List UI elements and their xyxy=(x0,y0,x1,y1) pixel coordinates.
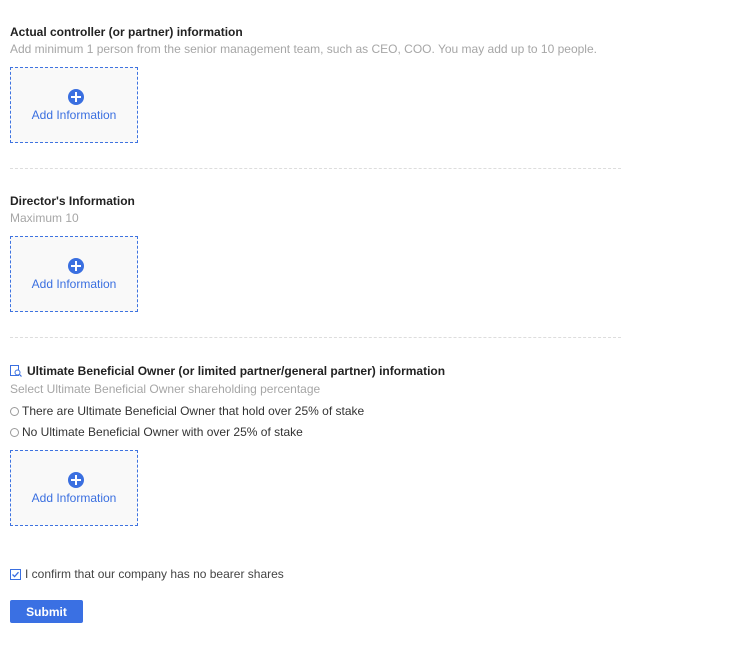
ubo-option-label: No Ultimate Beneficial Owner with over 2… xyxy=(22,425,303,439)
add-information-label: Add Information xyxy=(31,277,117,291)
directors-add-button[interactable]: Add Information xyxy=(10,236,138,312)
directors-title: Director's Information xyxy=(10,194,135,208)
actual-controller-title: Actual controller (or partner) informati… xyxy=(10,25,243,39)
directors-hint: Maximum 10 xyxy=(10,211,79,225)
radio-button[interactable] xyxy=(10,427,19,437)
ubo-option-label: There are Ultimate Beneficial Owner that… xyxy=(22,404,365,418)
confirm-label: I confirm that our company has no bearer… xyxy=(25,567,284,581)
check-icon xyxy=(12,571,19,578)
actual-controller-hint: Add minimum 1 person from the senior man… xyxy=(10,42,597,56)
ubo-hint: Select Ultimate Beneficial Owner shareho… xyxy=(10,382,321,396)
ubo-option-over-25[interactable]: There are Ultimate Beneficial Owner that… xyxy=(10,404,364,418)
ubo-title: Ultimate Beneficial Owner (or limited pa… xyxy=(27,364,446,378)
radio-button[interactable] xyxy=(10,406,19,416)
search-document-icon xyxy=(10,365,22,377)
submit-button[interactable]: Submit xyxy=(10,600,83,623)
ubo-add-button[interactable]: Add Information xyxy=(10,450,138,526)
plus-circle-icon xyxy=(68,89,84,105)
section-divider xyxy=(10,168,621,169)
section-divider xyxy=(10,337,621,338)
actual-controller-add-button[interactable]: Add Information xyxy=(10,67,138,143)
add-information-label: Add Information xyxy=(31,108,117,122)
add-information-label: Add Information xyxy=(31,491,117,505)
plus-circle-icon xyxy=(68,258,84,274)
ubo-option-none-over-25[interactable]: No Ultimate Beneficial Owner with over 2… xyxy=(10,425,303,439)
confirm-bearer-shares[interactable]: I confirm that our company has no bearer… xyxy=(10,567,284,581)
plus-circle-icon xyxy=(68,472,84,488)
checkbox[interactable] xyxy=(10,568,21,580)
